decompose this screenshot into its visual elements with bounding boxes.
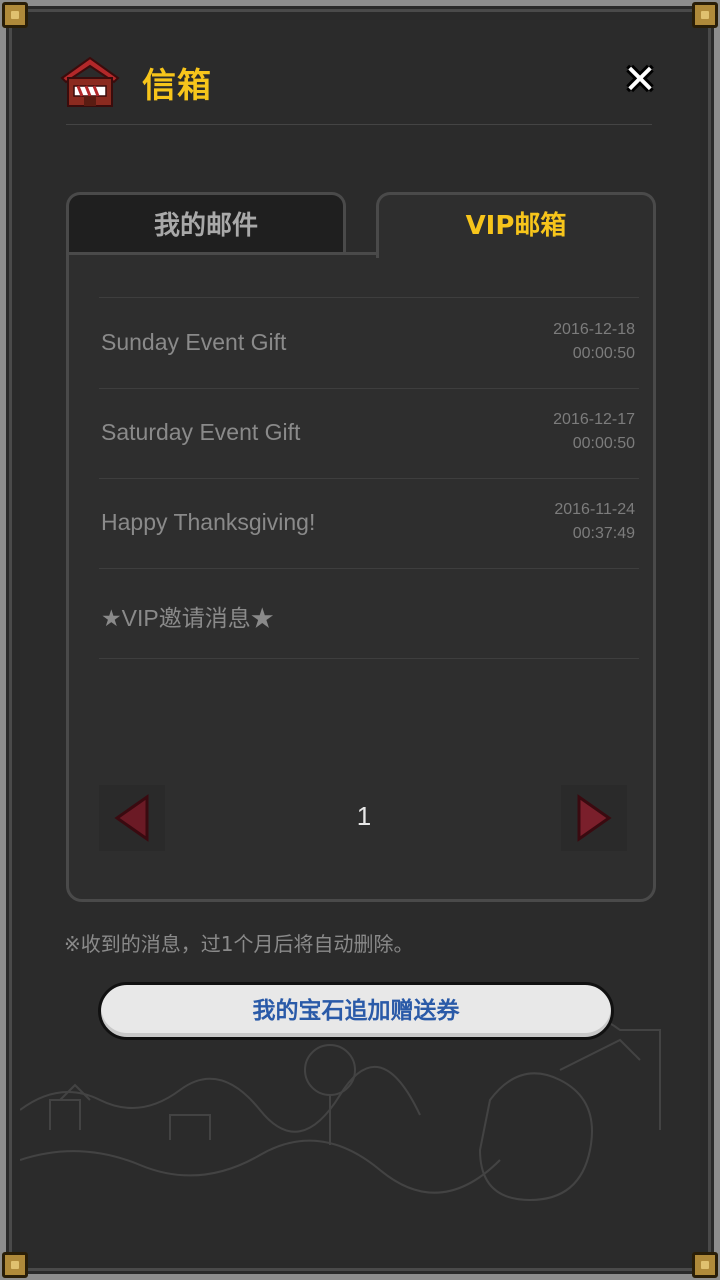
- mail-date: 2016-11-24: [554, 501, 635, 518]
- close-icon: ✕: [623, 57, 657, 103]
- mail-title: Happy Thanksgiving!: [101, 509, 316, 535]
- arrow-right-icon: [577, 794, 612, 842]
- mail-time: 00:00:50: [572, 345, 635, 362]
- mail-title: ★VIP邀请消息★: [101, 605, 274, 631]
- frame-corner-ornament: [2, 2, 28, 28]
- mailbox-house-icon: [60, 56, 120, 107]
- tab-vip-mailbox[interactable]: VIP邮箱: [376, 192, 656, 258]
- mail-list-panel: Sunday Event Gift 2016-12-18 00:00:50 Sa…: [66, 252, 656, 902]
- mail-date: 2016-12-18: [553, 321, 635, 338]
- auto-delete-notice: ※收到的消息，过1个月后将自动删除。: [64, 932, 414, 956]
- header-divider: [66, 124, 652, 125]
- list-item[interactable]: Sunday Event Gift 2016-12-18 00:00:50: [99, 299, 639, 389]
- mail-title: Saturday Event Gift: [101, 419, 301, 445]
- page-title: 信箱: [142, 66, 212, 106]
- close-button[interactable]: ✕: [620, 60, 660, 100]
- list-divider: [99, 658, 639, 659]
- next-page-button[interactable]: [561, 785, 627, 851]
- mail-time: 00:37:49: [572, 525, 635, 542]
- list-item[interactable]: Happy Thanksgiving! 2016-11-24 00:37:49: [99, 479, 639, 569]
- list-item[interactable]: Saturday Event Gift 2016-12-17 00:00:50: [99, 389, 639, 479]
- list-divider: [99, 297, 639, 298]
- frame-corner-ornament: [692, 2, 718, 28]
- mail-title: Sunday Event Gift: [101, 329, 287, 355]
- mail-time: 00:00:50: [572, 435, 635, 452]
- gem-gift-voucher-button[interactable]: 我的宝石追加赠送券: [98, 982, 614, 1040]
- mail-date: 2016-12-17: [553, 411, 635, 428]
- list-item[interactable]: ★VIP邀请消息★: [99, 569, 639, 659]
- tab-my-mail[interactable]: 我的邮件: [66, 192, 346, 254]
